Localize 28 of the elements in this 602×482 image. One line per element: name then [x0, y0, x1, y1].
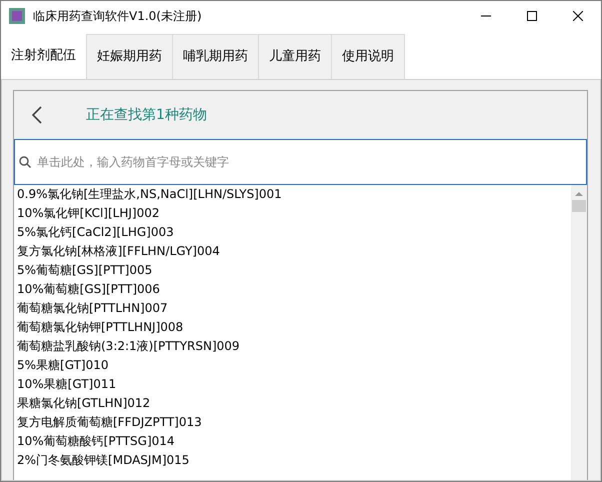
drug-list-item[interactable]: 5%氯化钙[CaCl2][LHG]003 [17, 223, 571, 242]
drug-list-item[interactable]: 葡萄糖氯化钠[PTTLHN]007 [17, 299, 571, 318]
drug-list-item[interactable]: 10%葡萄糖酸钙[PTTSG]014 [17, 432, 571, 451]
drug-list-item[interactable]: 复方氯化钠[林格液][FFLHN/LGY]004 [17, 242, 571, 261]
tab[interactable]: 使用说明 [331, 34, 405, 79]
app-icon [9, 8, 25, 24]
drug-list-item[interactable]: 2%门冬氨酸钾镁[MDASJM]015 [17, 451, 571, 470]
drug-list-item[interactable]: 5%葡萄糖[GS][PTT]005 [17, 261, 571, 280]
drug-list-item[interactable]: 5%果糖[GT]010 [17, 356, 571, 375]
drug-list-item[interactable]: 葡萄糖盐乳酸钠(3:2:1液)[PTTYRSN]009 [17, 337, 571, 356]
scrollbar-thumb[interactable] [572, 200, 586, 212]
drug-list-item[interactable]: 果糖氯化钠[GTLHN]012 [17, 394, 571, 413]
search-status-title: 正在查找第1种药物 [86, 106, 207, 124]
drug-list-item[interactable]: 10%氯化钾[KCl][LHJ]002 [17, 204, 571, 223]
tab[interactable]: 哺乳期用药 [172, 34, 259, 79]
tab[interactable]: 儿童用药 [258, 34, 332, 79]
drug-list-item[interactable]: 10%葡萄糖[GS][PTT]006 [17, 280, 571, 299]
maximize-icon[interactable] [527, 11, 537, 21]
back-icon[interactable] [32, 106, 42, 124]
tab[interactable]: 妊娠期用药 [86, 34, 173, 79]
window-title: 临床用药查询软件V1.0(未注册) [33, 8, 202, 24]
search-field[interactable]: 单击此处，输入药物首字母或关键字 [14, 139, 587, 185]
drug-list-item[interactable]: 10%果糖[GT]011 [17, 375, 571, 394]
drug-list-item[interactable]: 0.9%氯化钠[生理盐水,NS,NaCl][LHN/SLYS]001 [17, 185, 571, 204]
drug-list-item[interactable]: 葡萄糖氯化钠钾[PTTLHNJ]008 [17, 318, 571, 337]
drug-list-item[interactable]: 复方电解质葡萄糖[FFDJZPTT]013 [17, 413, 571, 432]
close-icon[interactable] [573, 11, 583, 21]
scrollbar[interactable] [571, 185, 587, 480]
